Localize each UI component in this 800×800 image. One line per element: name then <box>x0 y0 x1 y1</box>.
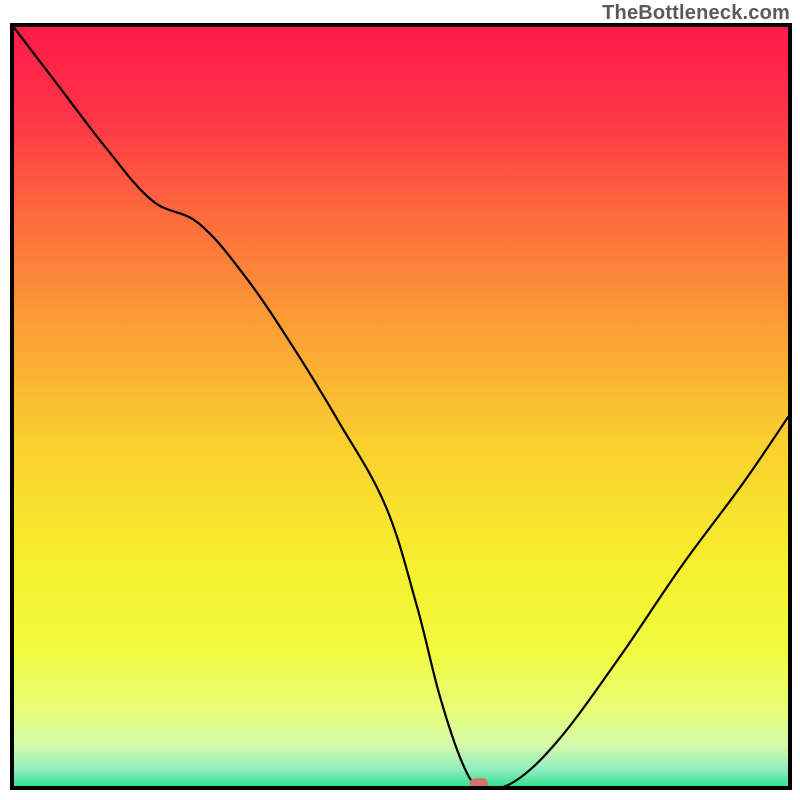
bottleneck-chart <box>0 0 800 800</box>
gradient-background <box>12 25 790 788</box>
watermark-text: TheBottleneck.com <box>602 2 790 25</box>
chart-container: TheBottleneck.com <box>0 0 800 800</box>
